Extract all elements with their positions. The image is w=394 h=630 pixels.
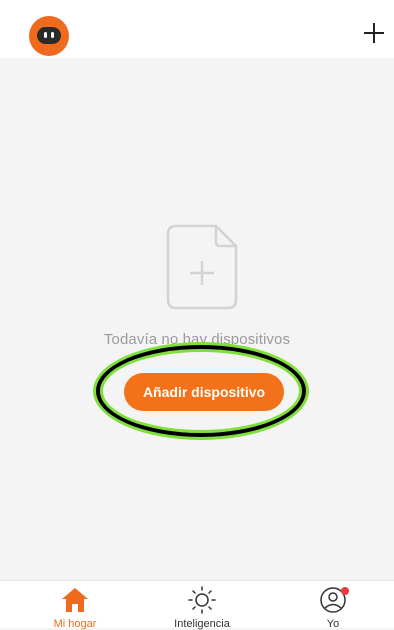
- tab-me[interactable]: Yo: [278, 581, 388, 630]
- plus-icon[interactable]: [362, 22, 386, 46]
- notification-badge: [341, 587, 349, 595]
- robot-face: [37, 27, 61, 44]
- device-list-area: [0, 58, 394, 580]
- top-bar: [0, 0, 394, 58]
- file-add-icon: [166, 224, 238, 310]
- add-device-button[interactable]: Añadir dispositivo: [124, 373, 284, 411]
- bottom-tab-bar: Mi hogar Inteligencia Yo: [0, 580, 394, 630]
- sun-icon: [188, 586, 216, 614]
- tab-intelligence-label: Inteligencia: [174, 618, 230, 630]
- tab-home[interactable]: Mi hogar: [20, 581, 130, 630]
- tab-home-label: Mi hogar: [53, 618, 97, 630]
- robot-avatar-icon[interactable]: [29, 16, 69, 56]
- tab-intelligence[interactable]: Inteligencia: [147, 581, 257, 630]
- tab-me-label: Yo: [326, 618, 340, 630]
- home-icon: [62, 588, 88, 612]
